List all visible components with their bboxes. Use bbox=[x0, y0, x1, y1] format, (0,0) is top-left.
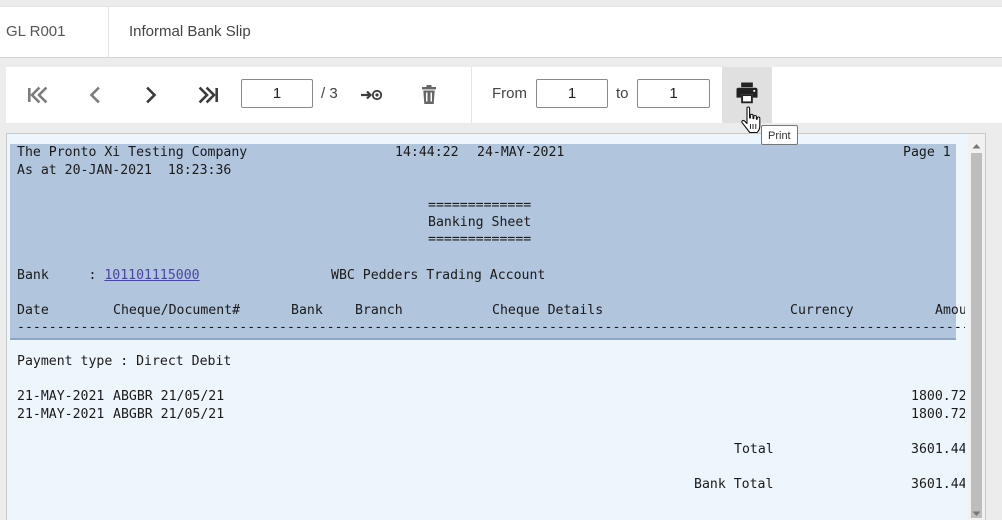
report-code: GL R001 bbox=[6, 23, 66, 40]
report-time: 14:44:22 bbox=[395, 145, 459, 160]
go-to-page-button[interactable] bbox=[358, 81, 386, 109]
toolbar-divider-end bbox=[771, 67, 772, 123]
report-date: 24-MAY-2021 bbox=[477, 145, 565, 160]
chevron-left-icon bbox=[83, 83, 107, 107]
title-divider bbox=[108, 7, 109, 57]
bank-total-value: 3601.44 bbox=[911, 477, 965, 492]
print-tooltip: Print bbox=[761, 125, 798, 145]
bank-line: Bank : 101101115000 bbox=[17, 267, 200, 284]
col-header-cheque-details: Cheque Details bbox=[492, 303, 604, 318]
bank-name: WBC Pedders Trading Account bbox=[331, 268, 546, 283]
report-toolbar: / 3 From to bbox=[6, 67, 1002, 123]
hand-cursor-icon bbox=[740, 106, 762, 141]
last-page-icon bbox=[196, 83, 220, 107]
col-header-bank: Bank bbox=[291, 303, 323, 318]
scroll-down-icon bbox=[972, 504, 981, 520]
next-page-button[interactable] bbox=[137, 81, 165, 109]
bank-total-label: Bank Total bbox=[694, 477, 774, 492]
sheet-title: Banking Sheet bbox=[428, 215, 532, 230]
vertical-scrollbar[interactable] bbox=[968, 134, 985, 520]
title-separator-bottom: ============= bbox=[428, 232, 532, 247]
to-label: to bbox=[616, 85, 629, 102]
toolbar-divider bbox=[471, 67, 472, 123]
page-number: Page 1 bbox=[903, 145, 951, 160]
current-page-input[interactable] bbox=[241, 79, 313, 108]
scrollbar-thumb[interactable] bbox=[971, 153, 982, 518]
col-header-currency: Currency bbox=[790, 303, 854, 318]
from-page-input[interactable] bbox=[536, 79, 608, 108]
row-document: ABGBR 21/05/21 bbox=[113, 407, 225, 422]
report-preview[interactable]: The Pronto Xi Testing Company 14:44:22 2… bbox=[6, 133, 986, 520]
scroll-down-button[interactable] bbox=[968, 504, 985, 520]
scroll-up-icon bbox=[972, 136, 981, 154]
go-to-page-icon bbox=[359, 83, 385, 107]
col-header-cheque-document: Cheque/Document# bbox=[113, 303, 241, 318]
col-header-amount: Amou bbox=[935, 303, 965, 318]
delete-button[interactable] bbox=[415, 81, 443, 109]
report-page: The Pronto Xi Testing Company 14:44:22 2… bbox=[7, 134, 965, 520]
row-amount: 1800.72 bbox=[911, 389, 965, 404]
row-document: ABGBR 21/05/21 bbox=[113, 389, 225, 404]
bank-label: Bank : bbox=[17, 268, 105, 283]
payment-type: Payment type : Direct Debit bbox=[17, 354, 232, 369]
first-page-icon bbox=[26, 83, 50, 107]
chevron-right-icon bbox=[139, 83, 163, 107]
first-page-button[interactable] bbox=[24, 81, 52, 109]
col-header-branch: Branch bbox=[355, 303, 403, 318]
trash-icon bbox=[417, 83, 441, 107]
from-label: From bbox=[492, 85, 527, 102]
total-label: Total bbox=[734, 442, 774, 457]
bank-number-link[interactable]: 101101115000 bbox=[104, 268, 199, 283]
col-header-date: Date bbox=[17, 303, 49, 318]
as-at-line: As at 20-JAN-2021 18:23:36 bbox=[17, 163, 232, 178]
header-dash-rule: ----------------------------------------… bbox=[17, 320, 965, 335]
row-date: 21-MAY-2021 bbox=[17, 389, 105, 404]
total-pages-label: / 3 bbox=[321, 85, 338, 102]
title-separator-top: ============= bbox=[428, 198, 532, 213]
previous-page-button[interactable] bbox=[81, 81, 109, 109]
company-name: The Pronto Xi Testing Company bbox=[17, 145, 248, 160]
scroll-up-button[interactable] bbox=[968, 136, 985, 153]
to-page-input[interactable] bbox=[637, 79, 710, 108]
report-title: Informal Bank Slip bbox=[129, 23, 251, 40]
title-bar: GL R001 Informal Bank Slip bbox=[0, 6, 1002, 58]
last-page-button[interactable] bbox=[194, 81, 222, 109]
row-amount: 1800.72 bbox=[911, 407, 965, 422]
total-value: 3601.44 bbox=[911, 442, 965, 457]
row-date: 21-MAY-2021 bbox=[17, 407, 105, 422]
